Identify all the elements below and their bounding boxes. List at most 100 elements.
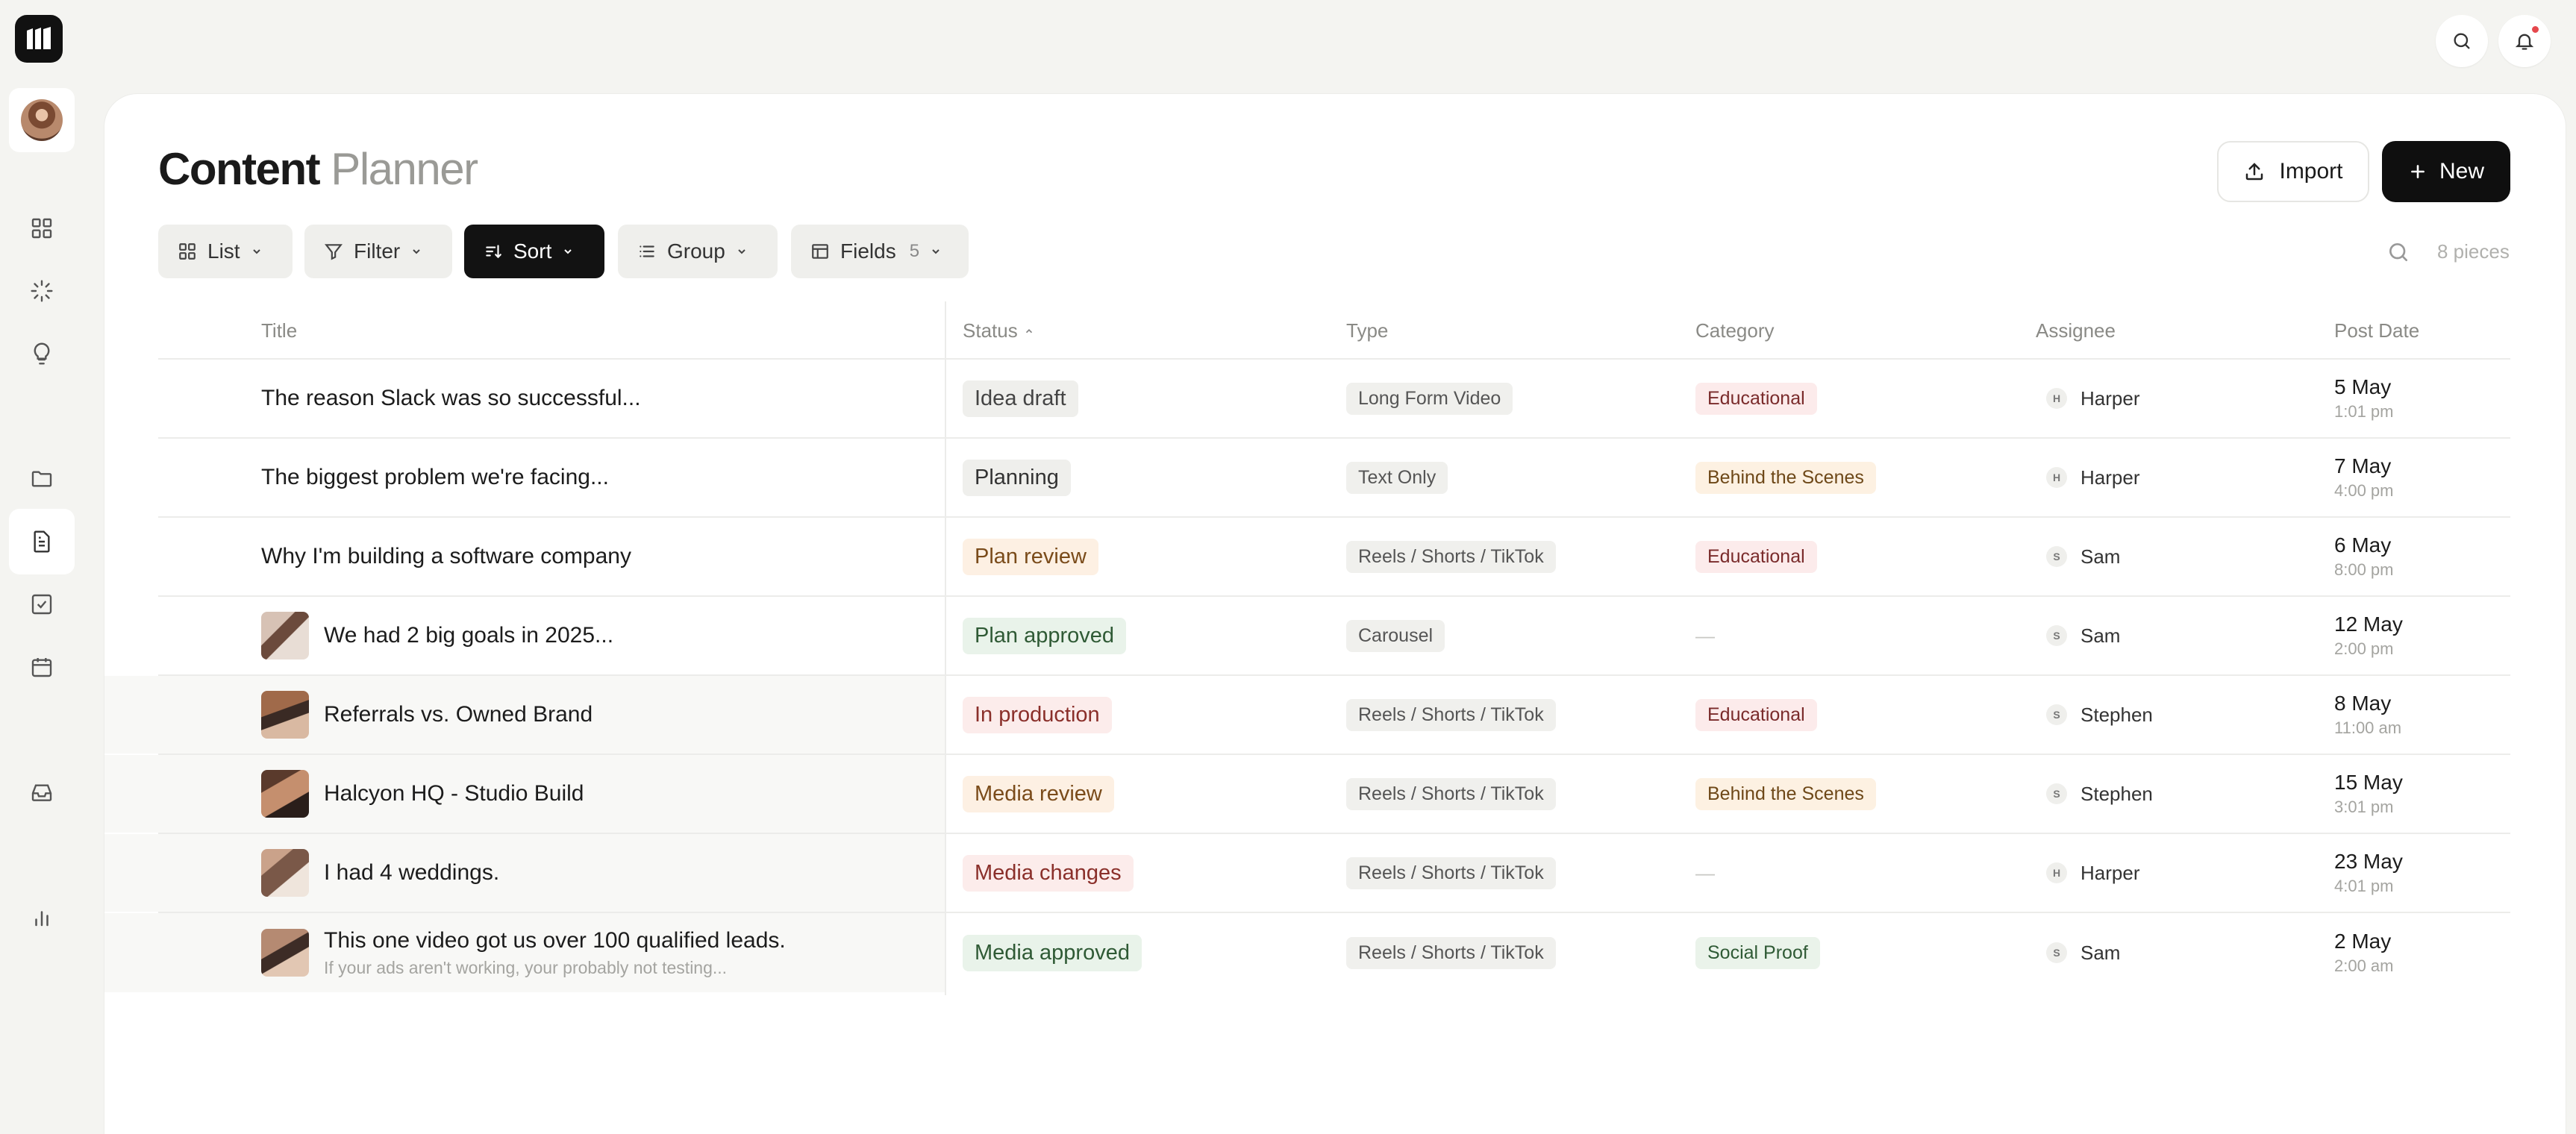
column-header-post-date[interactable]: Post Date: [2334, 319, 2419, 342]
category-cell[interactable]: —: [1695, 834, 1715, 912]
column-header-status[interactable]: Status: [963, 319, 1034, 342]
group-icon: [640, 245, 654, 257]
post-date: 7 May: [2334, 454, 2392, 477]
post-date-cell[interactable]: 5 May 1:01 pm: [2334, 360, 2394, 437]
table-row[interactable]: We had 2 big goals in 2025... Plan appro…: [158, 597, 2510, 676]
column-header-category[interactable]: Category: [1695, 319, 1775, 342]
title-cell[interactable]: Why I'm building a software company: [261, 518, 933, 595]
post-date: 12 May: [2334, 613, 2403, 636]
chevron-down-icon: [932, 249, 940, 254]
sort-icon: [486, 245, 501, 259]
title-cell[interactable]: We had 2 big goals in 2025...: [261, 597, 933, 674]
post-date-cell[interactable]: 12 May 2:00 pm: [2334, 597, 2403, 674]
column-header-title[interactable]: Title: [261, 319, 297, 342]
new-button[interactable]: New: [2382, 141, 2510, 202]
fields-button[interactable]: Fields 5: [791, 225, 969, 278]
nav-dashboard-icon[interactable]: [9, 195, 75, 261]
title-cell[interactable]: This one video got us over 100 qualified…: [261, 913, 933, 992]
group-button[interactable]: Group: [618, 225, 778, 278]
type-cell[interactable]: Carousel: [1346, 597, 1445, 674]
type-cell[interactable]: Reels / Shorts / TikTok: [1346, 755, 1556, 833]
post-date-cell[interactable]: 6 May 8:00 pm: [2334, 518, 2394, 595]
nav-folder-icon[interactable]: [9, 446, 75, 512]
assignee-cell[interactable]: S Sam: [2046, 518, 2120, 595]
assignee-cell[interactable]: H Harper: [2046, 834, 2139, 912]
sort-button[interactable]: Sort: [464, 225, 604, 278]
category-tag: Educational: [1695, 540, 1817, 573]
category-empty: —: [1695, 624, 1715, 647]
category-cell[interactable]: Educational: [1695, 518, 1817, 595]
status-cell[interactable]: Media changes: [963, 834, 1134, 912]
title-cell[interactable]: Halcyon HQ - Studio Build: [261, 755, 933, 833]
table-row[interactable]: The biggest problem we're facing... Plan…: [158, 439, 2510, 518]
fields-count: 5: [909, 241, 920, 261]
table-row[interactable]: The reason Slack was so successful... Id…: [158, 360, 2510, 439]
type-cell[interactable]: Reels / Shorts / TikTok: [1346, 518, 1556, 595]
column-header-assignee[interactable]: Assignee: [2036, 319, 2116, 342]
table-row[interactable]: I had 4 weddings. Media changes Reels / …: [104, 834, 2510, 913]
title-cell[interactable]: The reason Slack was so successful...: [261, 360, 933, 437]
assignee-name: Harper: [2081, 861, 2140, 884]
user-avatar[interactable]: [9, 88, 75, 152]
table-row[interactable]: This one video got us over 100 qualified…: [104, 913, 2510, 992]
status-cell[interactable]: Plan review: [963, 518, 1098, 595]
assignee-cell[interactable]: S Stephen: [2046, 755, 2153, 833]
title-cell[interactable]: I had 4 weddings.: [261, 834, 933, 912]
column-header-type[interactable]: Type: [1346, 319, 1388, 342]
type-cell[interactable]: Reels / Shorts / TikTok: [1346, 676, 1556, 754]
status-cell[interactable]: Planning: [963, 439, 1071, 516]
filter-button[interactable]: Filter: [304, 225, 452, 278]
status-cell[interactable]: Plan approved: [963, 597, 1127, 674]
table-search-icon[interactable]: [2386, 240, 2410, 264]
post-date-cell[interactable]: 23 May 4:01 pm: [2334, 834, 2403, 912]
nav-document-icon[interactable]: [9, 509, 75, 574]
type-tag: Long Form Video: [1346, 382, 1513, 415]
status-cell[interactable]: Media review: [963, 755, 1114, 833]
app-logo[interactable]: [15, 15, 63, 63]
type-tag: Reels / Shorts / TikTok: [1346, 698, 1556, 731]
title-cell[interactable]: Referrals vs. Owned Brand: [261, 676, 933, 754]
assignee-name: Stephen: [2081, 782, 2153, 805]
category-cell[interactable]: Social Proof: [1695, 913, 1820, 992]
post-date-cell[interactable]: 2 May 2:00 am: [2334, 913, 2394, 992]
nav-inbox-icon[interactable]: [9, 759, 75, 825]
post-date-cell[interactable]: 8 May 11:00 am: [2334, 676, 2401, 754]
type-cell[interactable]: Reels / Shorts / TikTok: [1346, 834, 1556, 912]
row-subtitle: If your ads aren't working, your probabl…: [324, 957, 728, 977]
status-cell[interactable]: Media approved: [963, 913, 1142, 992]
nav-analytics-icon[interactable]: [9, 885, 75, 950]
nav-ideas-icon[interactable]: [9, 321, 75, 386]
post-time: 11:00 am: [2334, 718, 2402, 737]
category-cell[interactable]: Educational: [1695, 360, 1817, 437]
nav-tasks-icon[interactable]: [9, 571, 75, 637]
view-list-button[interactable]: List: [158, 225, 293, 278]
table-icon: [812, 244, 828, 259]
assignee-cell[interactable]: S Stephen: [2046, 676, 2153, 754]
status-cell[interactable]: In production: [963, 676, 1112, 754]
type-cell[interactable]: Long Form Video: [1346, 360, 1513, 437]
post-date-cell[interactable]: 15 May 3:01 pm: [2334, 755, 2403, 833]
post-date-cell[interactable]: 7 May 4:00 pm: [2334, 439, 2394, 516]
notifications-button[interactable]: [2498, 15, 2551, 67]
type-cell[interactable]: Reels / Shorts / TikTok: [1346, 913, 1556, 992]
global-search-button[interactable]: [2436, 15, 2488, 67]
assignee-cell[interactable]: S Sam: [2046, 597, 2120, 674]
table-row[interactable]: Why I'm building a software company Plan…: [158, 518, 2510, 597]
assignee-cell[interactable]: H Harper: [2046, 439, 2139, 516]
status-pill: In production: [963, 696, 1112, 733]
nav-calendar-icon[interactable]: [9, 634, 75, 700]
category-cell[interactable]: —: [1695, 597, 1715, 674]
category-cell[interactable]: Behind the Scenes: [1695, 755, 1876, 833]
assignee-cell[interactable]: H Harper: [2046, 360, 2139, 437]
nav-loader-icon[interactable]: [9, 258, 75, 324]
import-button[interactable]: Import: [2217, 141, 2369, 202]
type-cell[interactable]: Text Only: [1346, 439, 1448, 516]
category-cell[interactable]: Educational: [1695, 676, 1817, 754]
table-row[interactable]: Halcyon HQ - Studio Build Media review R…: [104, 755, 2510, 834]
table-row[interactable]: Referrals vs. Owned Brand In production …: [104, 676, 2510, 755]
assignee-cell[interactable]: S Sam: [2046, 913, 2120, 992]
category-cell[interactable]: Behind the Scenes: [1695, 439, 1876, 516]
row-thumbnail: [261, 691, 309, 739]
title-cell[interactable]: The biggest problem we're facing...: [261, 439, 933, 516]
status-cell[interactable]: Idea draft: [963, 360, 1078, 437]
